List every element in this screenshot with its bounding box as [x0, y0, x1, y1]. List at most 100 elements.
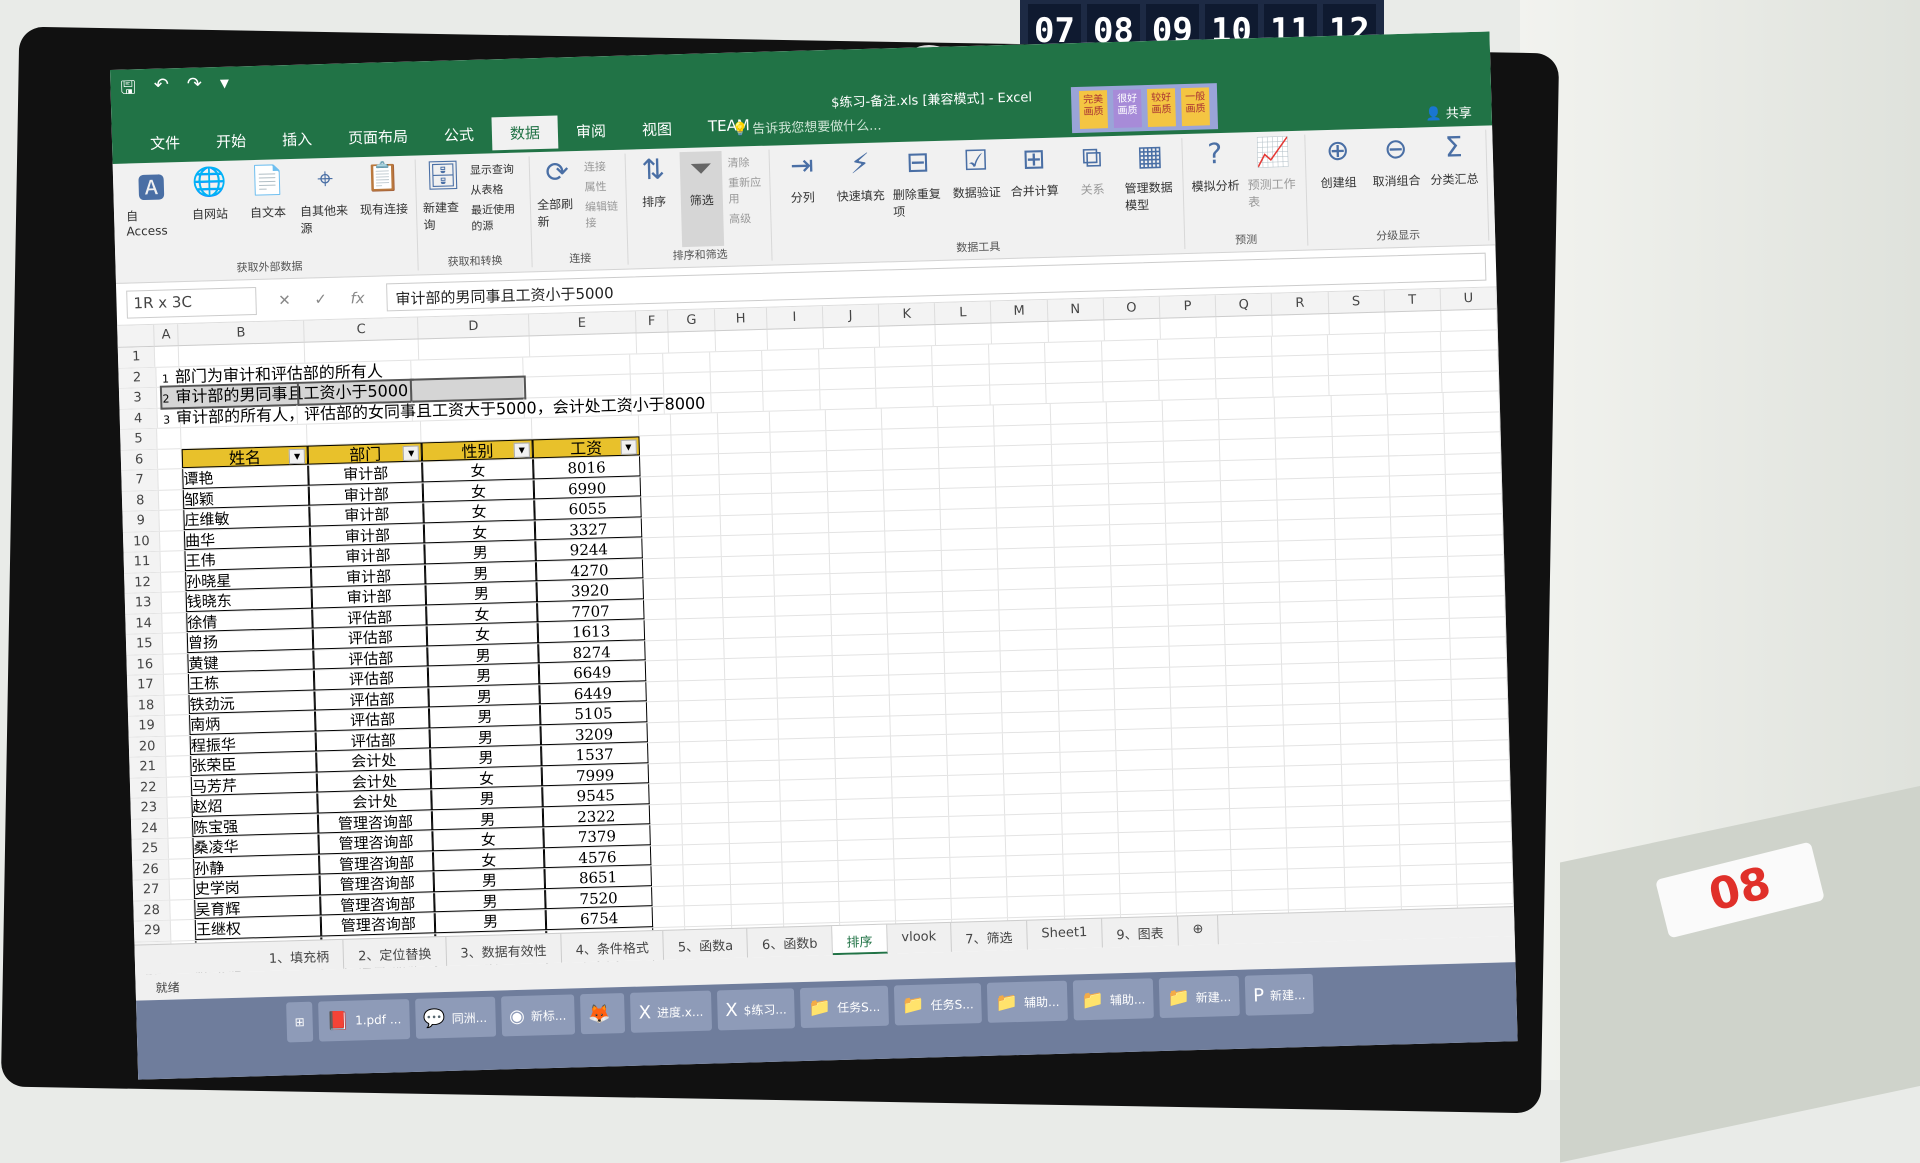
cell[interactable] [1219, 438, 1277, 460]
cell[interactable] [166, 756, 191, 777]
cell[interactable] [1006, 834, 1063, 856]
cell[interactable] [829, 531, 886, 553]
department-cell[interactable]: 管理咨询部 [319, 851, 434, 875]
row-header[interactable]: 26 [132, 859, 171, 880]
ribbon-button[interactable]: ⊕ 创建组 [1311, 133, 1366, 229]
cell[interactable] [638, 414, 672, 435]
ribbon-small-button[interactable]: 从表格 [470, 180, 524, 197]
row-header[interactable]: 18 [127, 695, 166, 716]
addin-button[interactable]: 很好画质 [1112, 89, 1142, 128]
cell[interactable] [1343, 824, 1400, 846]
cell[interactable] [1281, 621, 1338, 643]
ribbon-button[interactable]: ⊟ 删除重复项 [891, 145, 946, 241]
cell[interactable] [1115, 708, 1172, 730]
cell[interactable] [1277, 498, 1335, 520]
cell[interactable] [1002, 711, 1060, 733]
cell[interactable] [887, 591, 944, 613]
cell[interactable] [1226, 663, 1283, 686]
salary-cell[interactable]: 7999 [541, 763, 649, 787]
cell[interactable] [1115, 728, 1173, 750]
ribbon-small-button[interactable]: 显示查询 [470, 161, 524, 178]
cell[interactable] [820, 388, 878, 410]
cell[interactable] [832, 633, 889, 656]
department-cell[interactable]: 管理咨询部 [319, 872, 435, 895]
cell[interactable] [1160, 317, 1218, 339]
column-header-K[interactable]: K [878, 303, 936, 326]
salary-cell[interactable]: 2322 [542, 804, 650, 828]
cell[interactable] [668, 331, 717, 352]
row-header[interactable]: 17 [126, 674, 165, 696]
cell[interactable] [883, 447, 940, 470]
name-cell[interactable]: 钱晓东 [185, 588, 313, 612]
cell[interactable] [1384, 310, 1442, 332]
cell[interactable] [783, 901, 841, 924]
department-cell[interactable]: 会计处 [316, 749, 432, 772]
cell[interactable] [728, 780, 781, 802]
salary-cell[interactable]: 4576 [543, 845, 652, 869]
taskbar-item[interactable]: X $练习... [716, 988, 796, 1031]
ribbon-button[interactable]: 📋 现有连接 [357, 160, 412, 256]
cell[interactable] [724, 637, 777, 659]
cell[interactable] [875, 345, 933, 367]
name-cell[interactable]: 庄维敏 [183, 506, 311, 530]
cell[interactable] [838, 859, 896, 881]
cell[interactable] [682, 802, 730, 824]
column-header-C[interactable]: C [304, 317, 420, 342]
cell[interactable] [884, 488, 941, 511]
cell[interactable] [1447, 534, 1505, 556]
cell[interactable] [731, 883, 784, 904]
row-header[interactable]: 15 [125, 633, 164, 655]
cell[interactable] [888, 632, 945, 654]
cell[interactable] [683, 863, 732, 885]
cell[interactable] [1110, 544, 1168, 566]
department-cell[interactable]: 审计部 [309, 503, 425, 527]
cell[interactable] [950, 835, 1007, 857]
cell[interactable] [999, 588, 1057, 610]
gender-cell[interactable]: 女 [423, 500, 535, 523]
cell[interactable] [1214, 336, 1272, 358]
cell[interactable] [650, 844, 684, 866]
cell[interactable] [1062, 853, 1120, 875]
cell[interactable] [671, 413, 719, 434]
cell[interactable] [180, 424, 308, 448]
salary-cell[interactable]: 6055 [534, 497, 642, 520]
cell[interactable] [1166, 542, 1224, 564]
cell[interactable] [682, 822, 731, 844]
cell[interactable] [643, 578, 677, 599]
cell[interactable] [839, 900, 897, 922]
cell[interactable] [1399, 823, 1456, 845]
row-header[interactable]: 6 [120, 449, 159, 470]
cell[interactable] [711, 370, 764, 392]
cell[interactable] [307, 421, 422, 445]
cell[interactable] [165, 715, 190, 736]
column-header-F[interactable]: F [635, 310, 669, 333]
cell[interactable] [720, 514, 773, 536]
cell[interactable] [1051, 443, 1109, 465]
taskbar-item[interactable]: 💬 同洲... [414, 996, 496, 1039]
cell[interactable] [1052, 484, 1110, 506]
cell[interactable] [1169, 645, 1227, 667]
cell[interactable] [724, 657, 777, 679]
cell[interactable] [1163, 419, 1220, 441]
cell[interactable] [1279, 559, 1337, 582]
cell[interactable] [671, 433, 720, 455]
row-header[interactable]: 7 [121, 469, 160, 491]
name-cell[interactable]: 桑凌华 [192, 834, 320, 858]
cell[interactable] [726, 698, 779, 720]
start-button[interactable]: ⊞ [286, 1001, 314, 1043]
cell[interactable] [1174, 829, 1232, 851]
cell[interactable] [989, 383, 1047, 405]
cell[interactable] [1164, 460, 1222, 482]
gender-cell[interactable]: 男 [425, 582, 537, 605]
cell[interactable] [886, 570, 944, 593]
cell[interactable] [1284, 723, 1341, 745]
cell[interactable] [1397, 761, 1455, 783]
cell[interactable] [769, 410, 827, 432]
cell[interactable] [178, 342, 306, 366]
cell[interactable] [1114, 687, 1172, 709]
cell[interactable] [1223, 582, 1281, 604]
cell[interactable] [649, 803, 683, 825]
gender-cell[interactable]: 男 [433, 869, 545, 892]
cell[interactable] [948, 794, 1006, 816]
cell[interactable] [1272, 314, 1330, 336]
